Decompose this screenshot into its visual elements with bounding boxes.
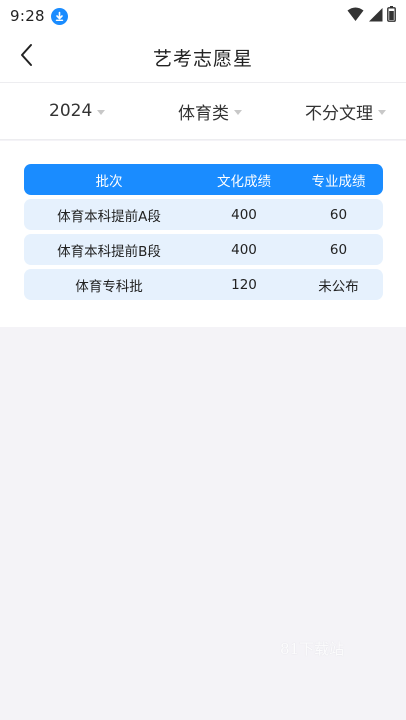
row-batch: 体育专科批 [75,278,143,295]
score-table: 批次 文化成绩 专业成绩 体育本科提前A段 400 60 体育本科提前B段 40… [24,164,383,304]
row-culture-score: 400 [231,241,257,258]
battery-icon [387,6,396,26]
header-batch: 批次 [95,173,123,190]
header-major-score: 专业成绩 [311,173,366,190]
status-time: 9:28 [10,7,45,25]
status-bar: 9:28 [0,0,406,32]
row-culture-score: 400 [231,206,257,223]
nav-bar: 艺考志愿星 [0,32,406,82]
status-icons [347,6,396,26]
row-culture-score: 120 [231,276,257,293]
subject-filter-label: 不分文理 [305,103,373,124]
watermark: 81下载站 [280,640,345,658]
category-filter[interactable]: 体育类 [178,83,242,139]
subject-filter[interactable]: 不分文理 [305,83,386,139]
download-icon [50,7,68,25]
signal-icon [368,7,383,26]
table-row: 体育专科批 120 未公布 [24,269,383,300]
caret-down-icon [234,109,242,115]
category-filter-label: 体育类 [178,103,229,124]
caret-down-icon [378,109,386,115]
row-batch: 体育本科提前A段 [57,208,161,225]
table-row: 体育本科提前A段 400 60 [24,199,383,230]
row-batch: 体育本科提前B段 [57,243,161,260]
year-filter[interactable]: 2024 [49,83,106,139]
page-title: 艺考志愿星 [152,47,253,70]
table-row: 体育本科提前B段 400 60 [24,234,383,265]
row-major-score: 60 [329,206,348,223]
caret-down-icon [97,109,106,115]
header-culture-score: 文化成绩 [217,173,271,190]
back-arrow-icon [19,43,35,71]
row-major-score: 未公布 [318,278,359,295]
year-filter-label: 2024 [49,101,93,121]
filter-bar: 2024 体育类 不分文理 [0,83,406,139]
wifi-icon [347,7,364,26]
score-card: 批次 文化成绩 专业成绩 体育本科提前A段 400 60 体育本科提前B段 40… [0,141,406,327]
app-screen: 9:28 艺考志愿星 2024 体育类 不分文理 批次 文化成绩 专业成绩 体育… [0,0,406,720]
table-header: 批次 文化成绩 专业成绩 [24,164,383,195]
filter-divider [0,139,406,140]
back-button[interactable] [10,40,44,74]
row-major-score: 60 [329,241,348,258]
